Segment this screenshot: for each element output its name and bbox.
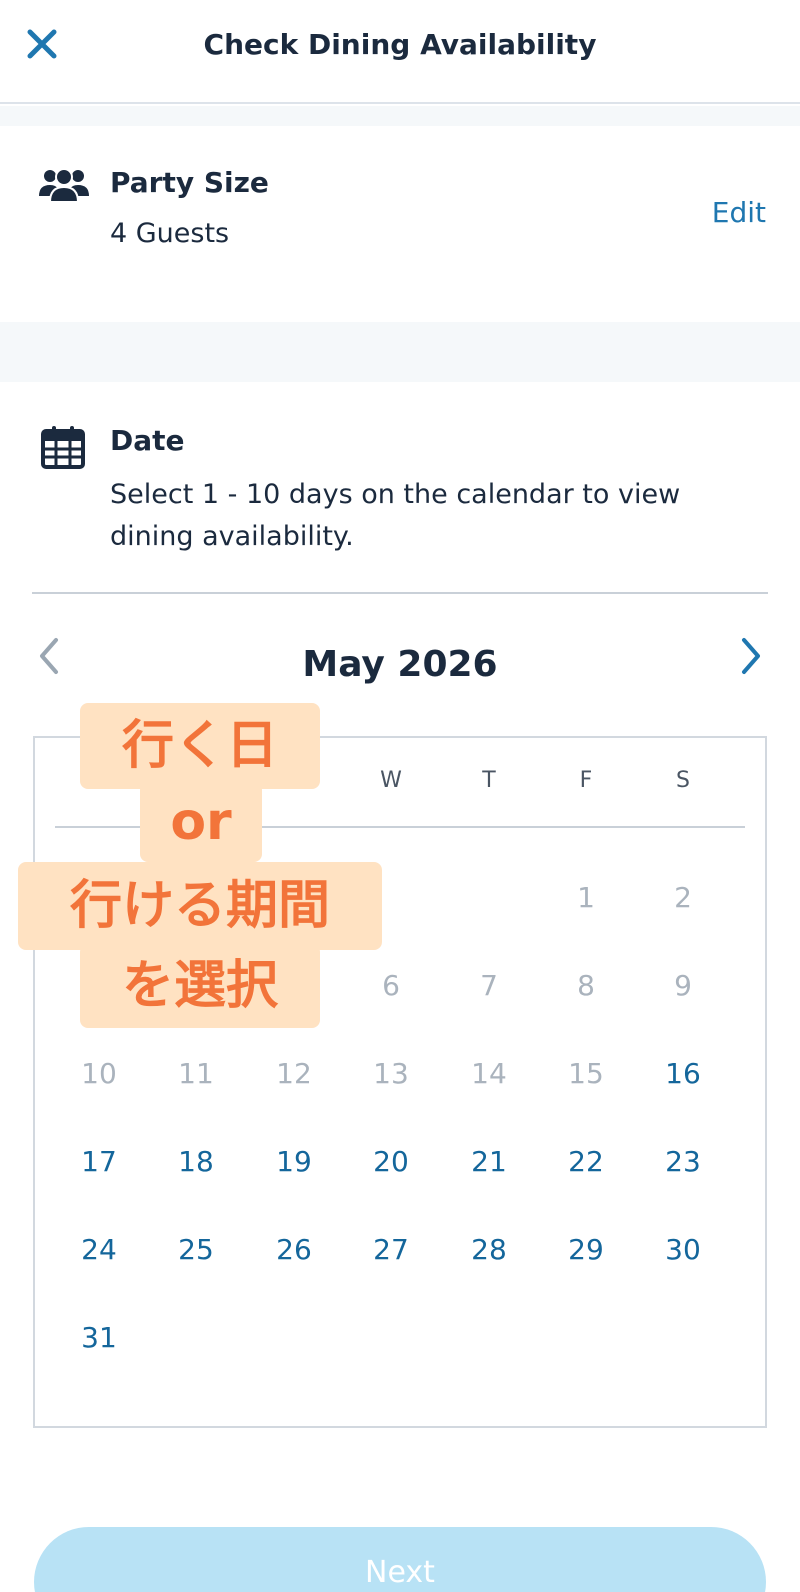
next-month-button[interactable] (730, 634, 770, 678)
calendar-day: 6 (382, 969, 400, 1002)
section-divider (32, 592, 768, 594)
edit-party-size-link[interactable]: Edit (712, 196, 766, 229)
calendar-day: 12 (276, 1057, 312, 1090)
annotation-label: or (140, 782, 262, 862)
calendar-day[interactable]: 20 (342, 1132, 440, 1192)
next-button[interactable]: Next (34, 1527, 766, 1592)
calendar-day[interactable]: 28 (440, 1220, 538, 1280)
calendar-day: 7 (480, 969, 498, 1002)
calendar-day[interactable]: 23 (634, 1132, 732, 1192)
calendar-day[interactable]: 25 (147, 1220, 245, 1280)
calendar-day[interactable]: 16 (634, 1044, 732, 1104)
page-title: Check Dining Availability (203, 28, 597, 61)
annotation-label: を選択 (80, 944, 320, 1028)
weekday-label: W (380, 768, 402, 793)
calendar-day[interactable]: 21 (440, 1132, 538, 1192)
calendar-icon (41, 426, 85, 469)
calendar-day[interactable]: 27 (342, 1220, 440, 1280)
calendar-day: 9 (674, 969, 692, 1002)
calendar-day[interactable]: 22 (537, 1132, 635, 1192)
weekday-label: S (676, 768, 690, 793)
calendar-day: 1 (577, 881, 595, 914)
calendar-day[interactable]: 18 (147, 1132, 245, 1192)
date-label: Date (110, 424, 185, 457)
calendar-day: 15 (568, 1057, 604, 1090)
calendar-day: 11 (178, 1057, 214, 1090)
month-title: May 2026 (302, 644, 498, 685)
party-size-label: Party Size (110, 166, 269, 199)
party-size-value: 4 Guests (110, 218, 230, 249)
calendar-day: 10 (81, 1057, 117, 1090)
weekday-label: F (579, 768, 593, 793)
section-separator-top (0, 106, 800, 126)
annotation-label: 行ける期間 (18, 862, 382, 950)
weekday-label: T (482, 768, 496, 793)
people-icon (39, 168, 89, 203)
calendar-day[interactable]: 31 (50, 1308, 148, 1368)
calendar-day[interactable]: 19 (245, 1132, 343, 1192)
calendar-day[interactable]: 17 (50, 1132, 148, 1192)
next-button-label: Next (365, 1555, 435, 1590)
date-description: Select 1 - 10 days on the calendar to vi… (110, 479, 681, 552)
calendar-day: 13 (373, 1057, 409, 1090)
calendar-day: 2 (674, 881, 692, 914)
calendar-day[interactable]: 26 (245, 1220, 343, 1280)
calendar-day[interactable]: 30 (634, 1220, 732, 1280)
calendar-day[interactable]: 29 (537, 1220, 635, 1280)
app-header: Check Dining Availability (0, 0, 800, 104)
section-separator-mid (0, 322, 800, 382)
annotation-label: 行く日 (80, 703, 320, 789)
calendar-day: 8 (577, 969, 595, 1002)
calendar-day: 14 (471, 1057, 507, 1090)
chevron-right-icon (742, 638, 760, 674)
calendar-day[interactable]: 24 (50, 1220, 148, 1280)
